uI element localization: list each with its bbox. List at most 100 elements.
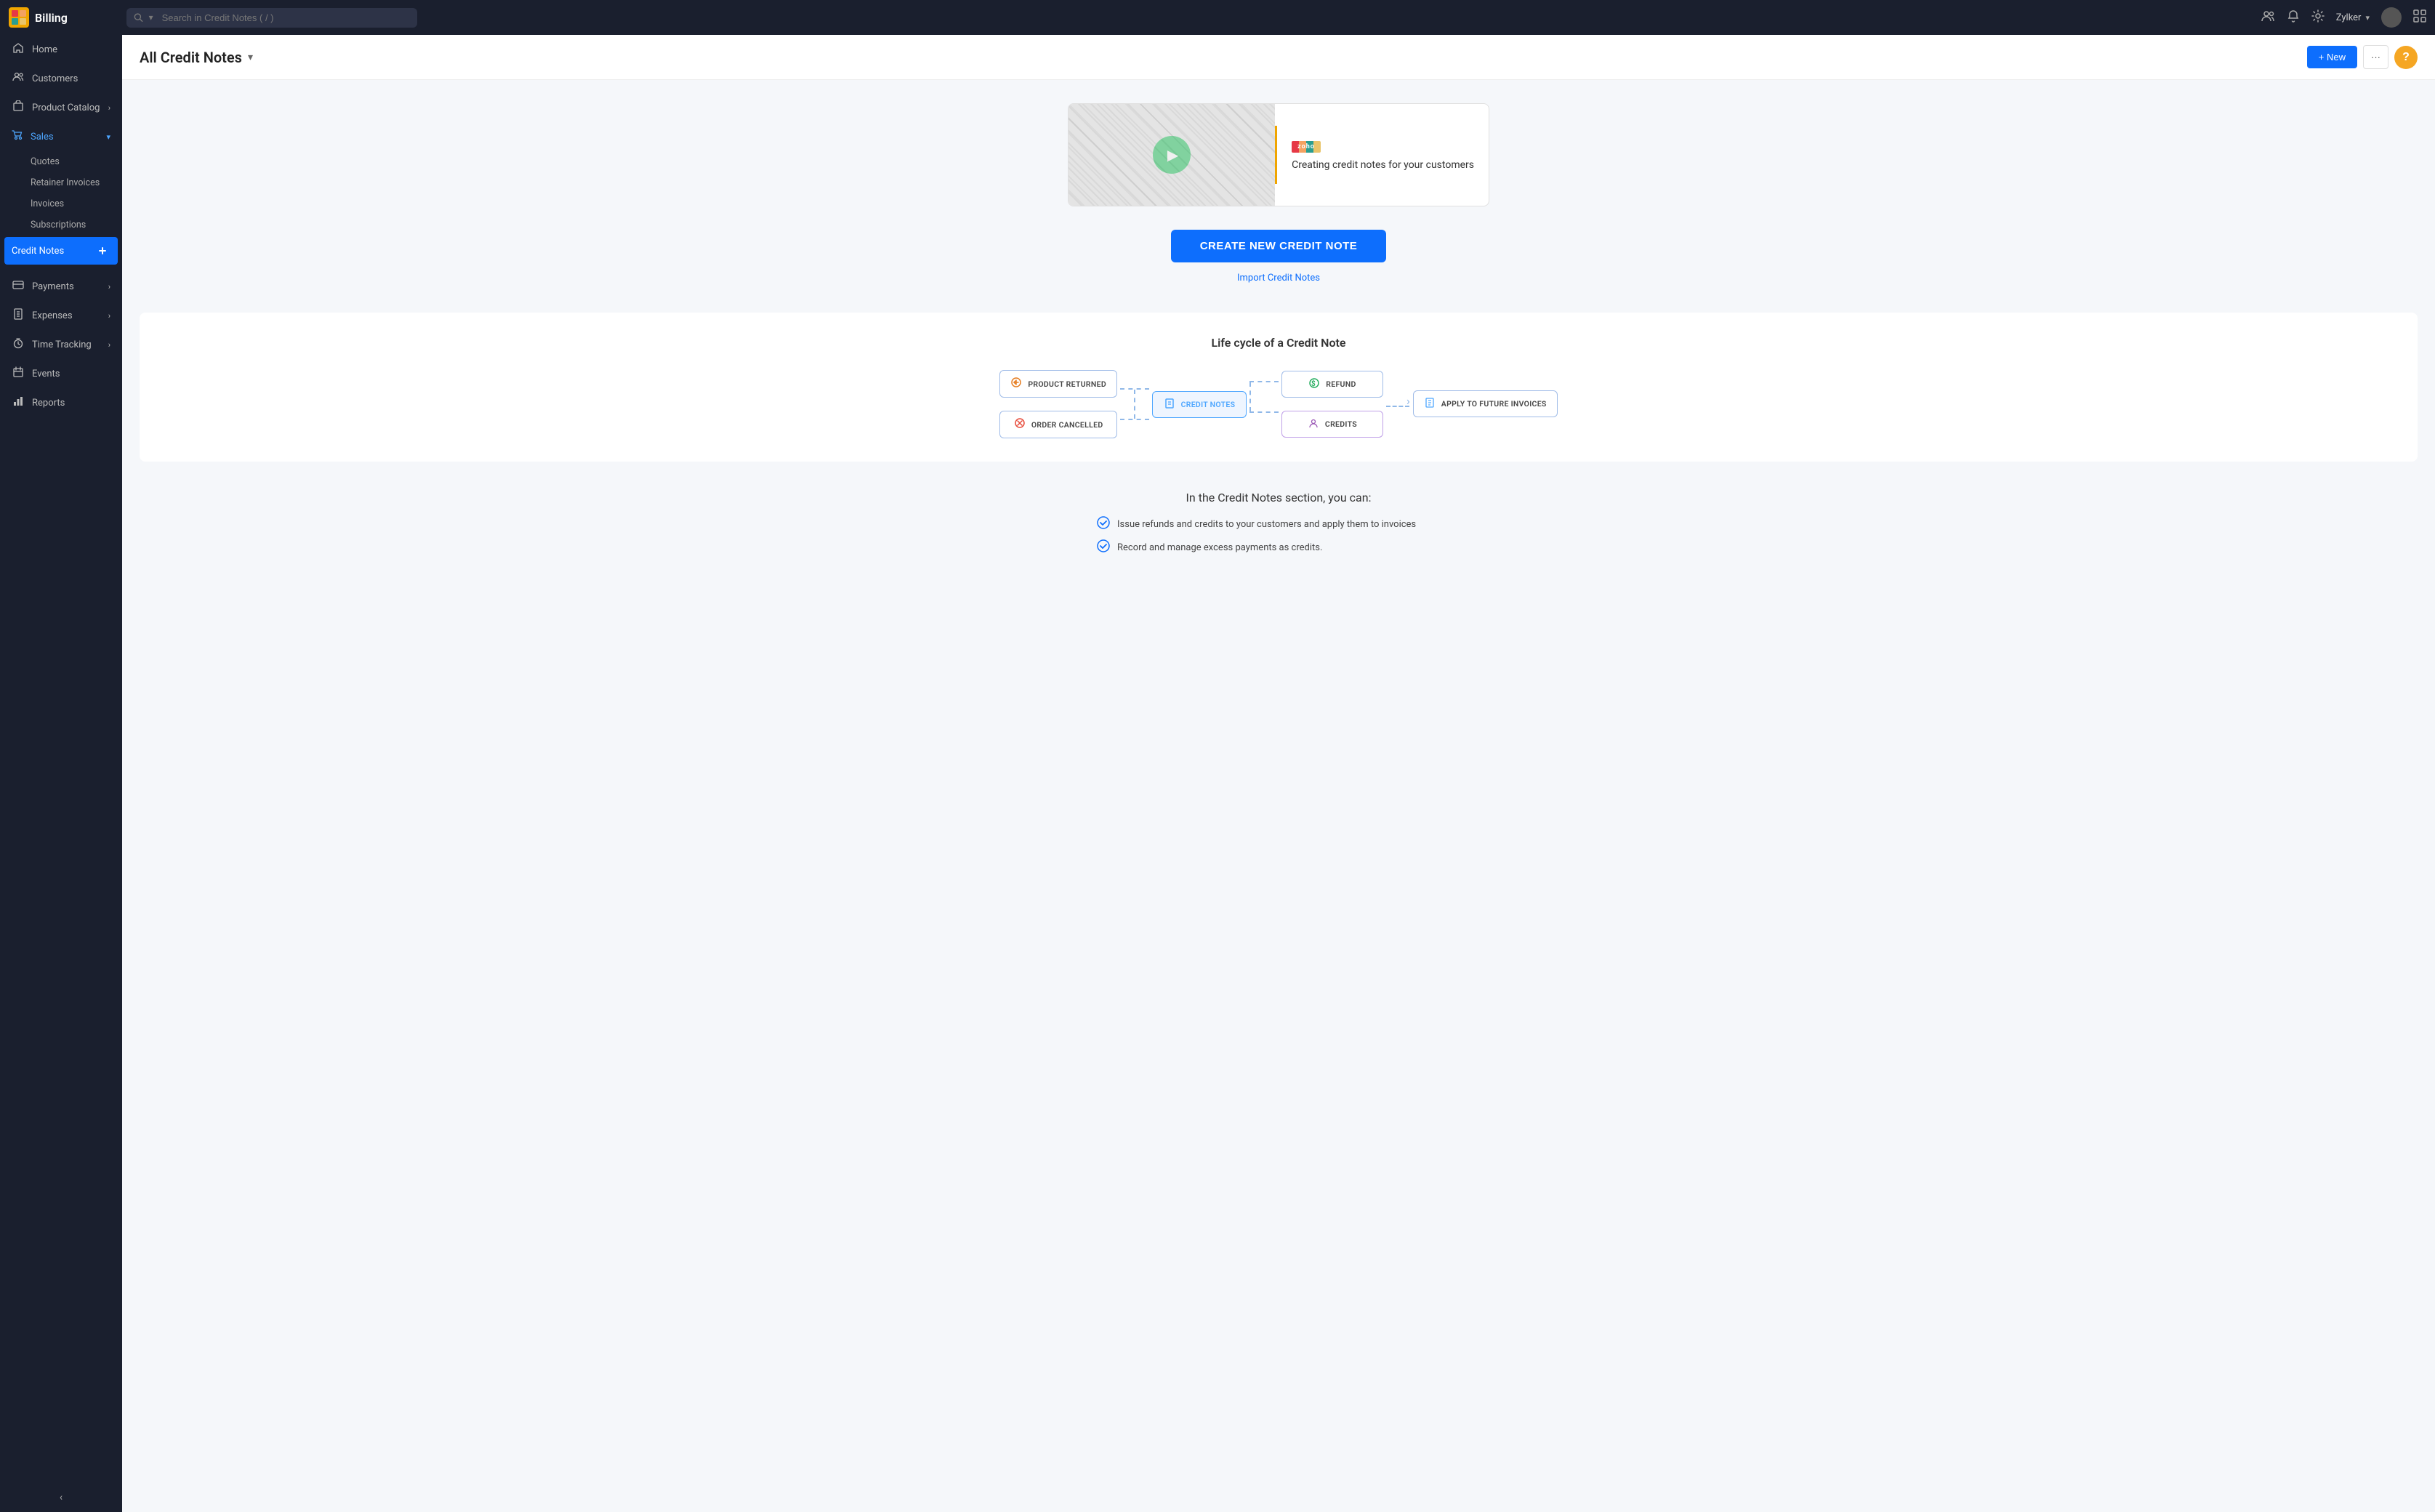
sales-icon [12,129,23,144]
chevron-right-icon: › [108,311,110,321]
lifecycle-section: Life cycle of a Credit Note PRODUCT RETU… [140,313,2418,462]
order-cancelled-box: ORDER CANCELLED [999,411,1117,438]
app-name: Billing [35,11,68,25]
info-section: In the Credit Notes section, you can: Is… [140,479,2418,574]
refund-icon: $ [1308,377,1320,391]
sidebar-item-sales[interactable]: Sales ▾ [0,122,122,151]
sidebar-item-customers[interactable]: Customers [0,64,122,93]
page-title-wrap: All Credit Notes ▾ [140,49,253,66]
credit-notes-box: CREDIT NOTES [1152,391,1247,418]
sidebar-item-reports[interactable]: Reports [0,388,122,417]
video-description: Creating credit notes for your customers [1292,158,1474,173]
video-info: zoho Creating credit notes for your cust… [1275,126,1489,185]
sidebar-label: Customers [32,73,78,84]
sidebar-label: Expenses [32,310,73,321]
user-chevron: ▾ [2365,13,2370,23]
apply-future-label: APPLY TO FUTURE INVOICES [1441,399,1547,409]
apply-future-wrap: APPLY TO FUTURE INVOICES [1413,390,1558,419]
product-icon [12,100,25,115]
logo-icon [9,7,29,28]
order-cancelled-icon [1014,417,1026,432]
chevron-right-icon: › [108,103,110,113]
sidebar-item-invoices[interactable]: Invoices [0,193,122,214]
credit-notes-flow-icon [1164,398,1175,411]
credit-notes-label: Credit Notes [12,246,64,257]
video-thumbnail: ▶ [1068,104,1275,206]
user-menu[interactable]: Zylker ▾ [2336,12,2370,23]
bell-icon[interactable] [2287,9,2300,26]
credits-box: CREDITS [1281,411,1383,438]
user-name: Zylker [2336,12,2362,23]
lifecycle-title: Life cycle of a Credit Note [163,336,2394,350]
customers-icon [12,71,25,86]
page-title-chevron-icon[interactable]: ▾ [248,52,253,63]
sidebar-item-subscriptions[interactable]: Subscriptions [0,214,122,236]
sidebar-item-retainer-invoices[interactable]: Retainer Invoices [0,172,122,193]
credits-label: CREDITS [1325,419,1357,429]
sidebar-item-payments[interactable]: Payments › [0,272,122,301]
import-credit-notes-link[interactable]: Import Credit Notes [1237,273,1320,284]
sidebar-item-product-catalog[interactable]: Product Catalog › [0,93,122,122]
header-actions: + New ··· ? [2307,45,2418,69]
search-area: ▾ [126,8,417,28]
page-title: All Credit Notes [140,49,242,66]
sidebar-label: Product Catalog [32,102,100,113]
video-card: ▶ zoho Creating credit notes for your cu… [1068,103,1489,206]
search-input[interactable] [162,12,410,23]
sidebar-label: Payments [32,281,74,292]
credit-notes-flow-label: CREDIT NOTES [1181,400,1236,409]
payments-icon [12,279,25,294]
svg-text:$: $ [1311,379,1316,388]
settings-icon[interactable] [2311,9,2325,26]
refund-box: $ REFUND [1281,371,1383,398]
video-logo: zoho [1292,141,1321,153]
video-section: ▶ zoho Creating credit notes for your cu… [140,103,2418,206]
sidebar-collapse-btn[interactable]: ‹ [12,1492,110,1503]
left-connectors [1120,377,1149,432]
credit-notes-box-wrap: CREDIT NOTES [1152,391,1247,418]
expenses-icon [12,308,25,323]
sidebar-item-home[interactable]: Home [0,35,122,64]
content-area: ▶ zoho Creating credit notes for your cu… [122,80,2435,1512]
events-icon [12,366,25,381]
right-column: $ REFUND CREDITS [1281,371,1383,438]
left-column: PRODUCT RETURNED ORDER CANCELLED [999,370,1117,438]
new-button[interactable]: + New [2307,46,2357,68]
team-icon[interactable] [2261,9,2275,27]
create-credit-note-button[interactable]: CREATE NEW CREDIT NOTE [1171,230,1387,262]
add-credit-note-btn[interactable] [94,243,110,259]
sales-label: Sales [31,132,54,142]
apply-future-box: APPLY TO FUTURE INVOICES [1413,390,1558,417]
apply-future-icon [1424,397,1436,411]
topbar: Billing ▾ Zylker ▾ [0,0,2435,35]
right-connectors [1249,395,1279,413]
info-item-2: Record and manage excess payments as cre… [1097,539,1460,555]
info-text-2: Record and manage excess payments as cre… [1117,542,1322,553]
sidebar-item-credit-notes[interactable]: Credit Notes [4,237,118,265]
layout: Home Customers Product Catalog › Sales ▾… [0,35,2435,1512]
check-icon-1 [1097,516,1110,532]
topbar-right: Zylker ▾ [2261,7,2426,28]
sidebar-label: Reports [32,398,65,409]
help-button[interactable]: ? [2394,46,2418,69]
chevron-right-icon: › [108,282,110,291]
check-icon-2 [1097,539,1110,555]
info-text-1: Issue refunds and credits to your custom… [1117,519,1416,530]
sidebar-item-time-tracking[interactable]: Time Tracking › [0,330,122,359]
sidebar-item-events[interactable]: Events [0,359,122,388]
far-right-connector: › [1386,395,1410,413]
refund-label: REFUND [1326,379,1356,389]
search-box[interactable]: ▾ [126,8,417,28]
sidebar-item-expenses[interactable]: Expenses › [0,301,122,330]
more-button[interactable]: ··· [2363,45,2388,69]
search-filter[interactable]: ▾ [149,12,153,23]
grid-icon[interactable] [2413,9,2426,26]
product-returned-label: PRODUCT RETURNED [1028,379,1106,389]
product-returned-box: PRODUCT RETURNED [999,370,1117,398]
sidebar-item-quotes[interactable]: Quotes [0,151,122,172]
sidebar-label: Events [32,369,60,379]
sidebar: Home Customers Product Catalog › Sales ▾… [0,35,122,1512]
avatar[interactable] [2381,7,2402,28]
app-logo: Billing [9,7,118,28]
sidebar-item-credit-notes-wrap: Credit Notes [4,237,118,265]
